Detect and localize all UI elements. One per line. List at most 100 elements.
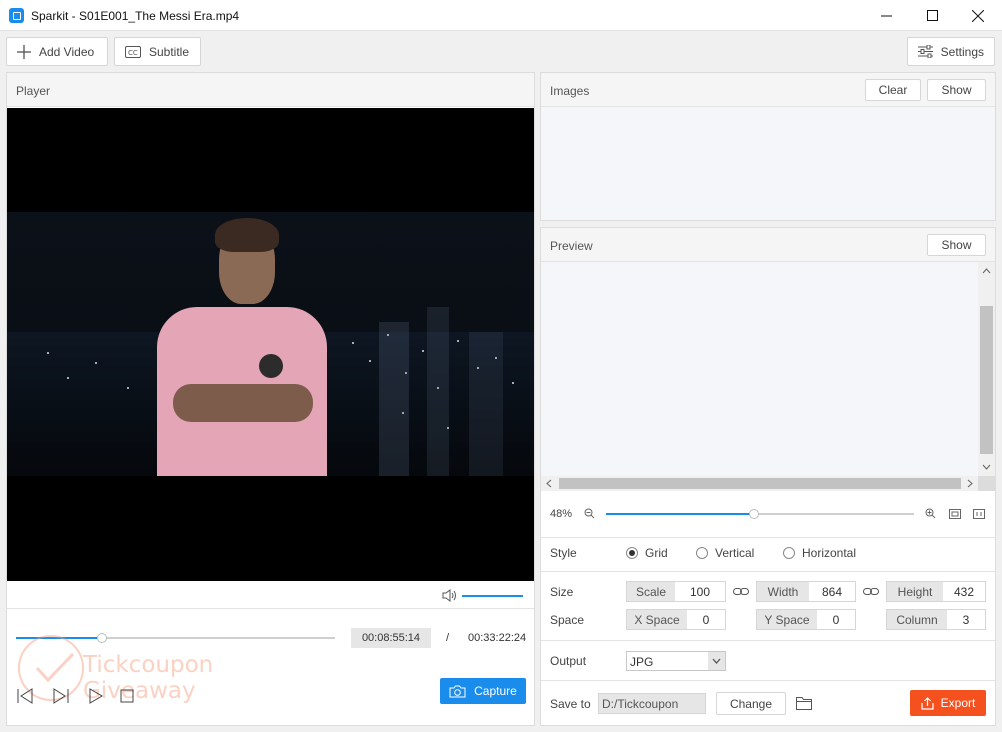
plus-icon bbox=[17, 44, 31, 59]
zoom-fill bbox=[606, 513, 754, 515]
minimize-button[interactable] bbox=[863, 0, 909, 31]
settings-button[interactable]: Settings bbox=[907, 37, 995, 66]
change-path-button[interactable]: Change bbox=[716, 692, 786, 715]
actual-size-icon[interactable] bbox=[973, 509, 985, 519]
preview-vscrollbar[interactable] bbox=[978, 262, 995, 476]
export-icon bbox=[921, 696, 934, 710]
play-icon[interactable] bbox=[88, 688, 104, 704]
close-icon bbox=[972, 9, 984, 22]
subtitle-label: Subtitle bbox=[149, 44, 190, 59]
video-frame bbox=[7, 212, 534, 476]
chevron-down-icon bbox=[708, 652, 725, 670]
video-viewport[interactable] bbox=[7, 108, 534, 581]
app-icon bbox=[9, 8, 24, 23]
column-value[interactable]: 3 bbox=[947, 610, 985, 629]
export-button[interactable]: Export bbox=[910, 690, 986, 716]
yspace-label: Y Space bbox=[757, 610, 817, 629]
size-label: Size bbox=[550, 585, 574, 599]
scroll-up-icon[interactable] bbox=[982, 268, 991, 274]
capture-label: Capture bbox=[474, 684, 517, 698]
images-title: Images bbox=[550, 84, 590, 98]
fit-screen-icon[interactable] bbox=[949, 509, 961, 519]
add-video-label: Add Video bbox=[39, 44, 95, 59]
scale-value[interactable]: 100 bbox=[675, 582, 725, 601]
zoom-in-icon[interactable] bbox=[925, 508, 936, 519]
maximize-button[interactable] bbox=[909, 0, 955, 31]
preview-header: Preview Show bbox=[541, 228, 995, 262]
style-label: Style bbox=[550, 546, 577, 560]
radio-icon bbox=[696, 547, 708, 559]
camera-icon bbox=[449, 685, 466, 697]
link-icon[interactable] bbox=[733, 586, 749, 597]
width-label: Width bbox=[757, 582, 809, 601]
scroll-right-icon[interactable] bbox=[967, 479, 973, 488]
images-panel: Images Clear Show bbox=[540, 72, 996, 221]
scale-field[interactable]: Scale 100 bbox=[626, 581, 726, 602]
window-title: Sparkit - S01E001_The Messi Era.mp4 bbox=[31, 9, 240, 23]
show-preview-button[interactable]: Show bbox=[927, 234, 986, 256]
volume-icon[interactable] bbox=[442, 589, 457, 602]
style-grid-radio[interactable]: Grid bbox=[626, 546, 668, 560]
height-value[interactable]: 432 bbox=[943, 582, 985, 601]
export-label: Export bbox=[940, 696, 976, 710]
zoom-out-icon[interactable] bbox=[584, 508, 595, 519]
column-label: Column bbox=[887, 610, 947, 629]
hscroll-thumb[interactable] bbox=[559, 478, 961, 489]
width-value[interactable]: 864 bbox=[809, 582, 855, 601]
output-format-select[interactable]: JPG bbox=[626, 651, 726, 671]
scroll-down-icon[interactable] bbox=[982, 464, 991, 470]
vscroll-thumb[interactable] bbox=[980, 306, 993, 454]
output-format-value: JPG bbox=[630, 655, 654, 669]
folder-icon[interactable] bbox=[796, 696, 812, 710]
sliders-icon bbox=[918, 45, 933, 58]
column-field[interactable]: Column 3 bbox=[886, 609, 986, 630]
capture-button[interactable]: Capture bbox=[440, 678, 526, 704]
player-title: Player bbox=[16, 84, 51, 98]
style-vertical-label: Vertical bbox=[715, 546, 755, 560]
minimize-icon bbox=[880, 15, 892, 17]
style-vertical-radio[interactable]: Vertical bbox=[696, 546, 754, 560]
space-label: Space bbox=[550, 613, 585, 627]
seek-fill bbox=[16, 637, 103, 639]
xspace-field[interactable]: X Space 0 bbox=[626, 609, 726, 630]
save-path-field[interactable]: D:/Tickcoupon bbox=[598, 693, 706, 714]
show-images-button[interactable]: Show bbox=[927, 79, 986, 101]
xspace-value[interactable]: 0 bbox=[687, 610, 725, 629]
xspace-label: X Space bbox=[627, 610, 687, 629]
preview-canvas[interactable] bbox=[541, 262, 978, 476]
close-button[interactable] bbox=[955, 0, 1001, 31]
height-label: Height bbox=[887, 582, 943, 601]
preview-title: Preview bbox=[550, 239, 593, 253]
preview-hscrollbar[interactable] bbox=[541, 476, 978, 491]
link-icon[interactable] bbox=[863, 586, 879, 597]
svg-text:CC: CC bbox=[128, 49, 138, 57]
clear-images-button[interactable]: Clear bbox=[865, 79, 921, 101]
scale-label: Scale bbox=[627, 582, 675, 601]
save-to-label: Save to bbox=[550, 697, 591, 711]
radio-selected-icon bbox=[626, 547, 638, 559]
yspace-value[interactable]: 0 bbox=[817, 610, 855, 629]
stop-icon[interactable] bbox=[120, 689, 134, 703]
player-header: Player bbox=[7, 73, 534, 107]
output-label: Output bbox=[550, 654, 587, 668]
add-video-button[interactable]: Add Video bbox=[6, 37, 108, 66]
subtitle-button[interactable]: CC Subtitle bbox=[114, 37, 201, 66]
maximize-icon bbox=[926, 10, 938, 21]
style-horizontal-label: Horizontal bbox=[802, 546, 857, 560]
style-horizontal-radio[interactable]: Horizontal bbox=[783, 546, 856, 560]
previous-frame-icon[interactable] bbox=[16, 688, 34, 704]
radio-icon bbox=[783, 547, 795, 559]
yspace-field[interactable]: Y Space 0 bbox=[756, 609, 856, 630]
closed-caption-icon: CC bbox=[125, 45, 141, 58]
title-bar: Sparkit - S01E001_The Messi Era.mp4 bbox=[0, 0, 1002, 31]
settings-label: Settings bbox=[940, 44, 984, 59]
zoom-knob[interactable] bbox=[748, 509, 759, 519]
height-field[interactable]: Height 432 bbox=[886, 581, 986, 602]
width-field[interactable]: Width 864 bbox=[756, 581, 856, 602]
next-frame-icon[interactable] bbox=[52, 688, 70, 704]
zoom-percent: 48% bbox=[550, 508, 573, 520]
total-time: 00:33:22:24 bbox=[468, 632, 527, 644]
current-time: 00:08:55:14 bbox=[351, 628, 431, 648]
scroll-left-icon[interactable] bbox=[546, 479, 552, 488]
images-header: Images Clear Show bbox=[541, 73, 995, 107]
